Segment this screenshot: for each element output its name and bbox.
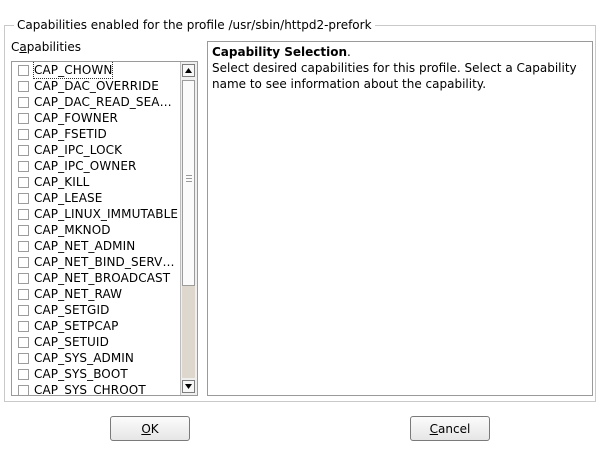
cancel-button[interactable]: Cancel: [410, 416, 490, 441]
capabilities-label: Capabilities: [11, 40, 82, 54]
capability-label: CAP_SYS_CHROOT: [34, 383, 146, 395]
capability-item[interactable]: CAP_IPC_OWNER: [18, 158, 137, 174]
capability-label: CAP_FSETID: [34, 127, 107, 141]
capability-item[interactable]: CAP_IPC_LOCK: [18, 142, 122, 158]
capability-label: CAP_NET_RAW: [34, 287, 123, 301]
capability-checkbox[interactable]: [18, 384, 29, 395]
capability-item[interactable]: CAP_FOWNER: [18, 110, 118, 126]
capability-item[interactable]: CAP_CHOWN: [18, 62, 114, 79]
capability-checkbox[interactable]: [18, 368, 29, 380]
capability-label: CAP_SETGID: [34, 303, 110, 317]
capability-label: CAP_NET_BROADCAST: [34, 271, 171, 285]
capability-label: CAP_SETPCAP: [34, 319, 119, 333]
capability-item[interactable]: CAP_FSETID: [18, 126, 107, 142]
capability-item[interactable]: CAP_NET_RAW: [18, 286, 122, 302]
scrollbar-trough[interactable]: [182, 286, 195, 378]
ok-label-rest: K: [150, 421, 159, 436]
capability-label: CAP_IPC_LOCK: [34, 143, 123, 157]
capability-item[interactable]: CAP_KILL: [18, 174, 89, 190]
capabilities-list-items: CAP_CHOWN CAP_DAC_OVERRIDE CAP_DAC_READ_SE…: [12, 62, 180, 395]
capability-checkbox[interactable]: [18, 160, 29, 172]
capability-label: CAP_NET_BIND_SERV…: [34, 255, 175, 269]
thumb-grip-line: [186, 175, 192, 176]
capability-checkbox[interactable]: [18, 240, 29, 252]
capability-checkbox[interactable]: [18, 64, 29, 76]
capability-item[interactable]: CAP_LEASE: [18, 190, 102, 206]
ok-mnemonic: O: [141, 421, 151, 436]
capability-item[interactable]: CAP_SETPCAP: [18, 318, 119, 334]
capability-item[interactable]: CAP_SYS_CHROOT: [18, 382, 146, 395]
scroll-up-button[interactable]: [182, 64, 195, 77]
capability-checkbox[interactable]: [18, 208, 29, 220]
capability-label: CAP_SETUID: [34, 335, 109, 349]
capability-checkbox[interactable]: [18, 128, 29, 140]
capability-item[interactable]: CAP_LINUX_IMMUTABLE: [18, 206, 178, 222]
capability-checkbox[interactable]: [18, 320, 29, 332]
capability-item[interactable]: CAP_DAC_READ_SEA…: [18, 94, 172, 110]
capability-label: CAP_DAC_OVERRIDE: [34, 79, 159, 93]
capability-checkbox[interactable]: [18, 80, 29, 92]
scrollbar-thumb[interactable]: [182, 80, 195, 286]
capability-item[interactable]: CAP_SETGID: [18, 302, 109, 318]
capability-checkbox[interactable]: [18, 304, 29, 316]
capability-checkbox[interactable]: [18, 112, 29, 124]
frame-title: Capabilities enabled for the profile /us…: [14, 17, 375, 33]
info-body: Select desired capabilities for this pro…: [212, 61, 577, 91]
capability-checkbox[interactable]: [18, 192, 29, 204]
capability-item[interactable]: CAP_MKNOD: [18, 222, 111, 238]
list-scrollbar[interactable]: [180, 62, 197, 395]
capability-checkbox[interactable]: [18, 336, 29, 348]
info-title-suffix: .: [347, 45, 351, 59]
capability-label: CAP_LEASE: [34, 191, 103, 205]
capabilities-list[interactable]: CAP_CHOWN CAP_DAC_OVERRIDE CAP_DAC_READ_SE…: [11, 61, 198, 396]
scroll-down-button[interactable]: [182, 380, 195, 393]
arrow-down-icon: [185, 384, 192, 389]
capability-checkbox[interactable]: [18, 352, 29, 364]
capability-label: CAP_FOWNER: [34, 111, 118, 125]
capability-checkbox[interactable]: [18, 256, 29, 268]
ok-button[interactable]: OK: [110, 416, 190, 441]
capability-checkbox[interactable]: [18, 96, 29, 108]
capability-label: CAP_SYS_BOOT: [34, 367, 128, 381]
capability-label: CAP_KILL: [34, 175, 90, 189]
capability-checkbox[interactable]: [18, 272, 29, 284]
capability-label: CAP_NET_ADMIN: [34, 239, 136, 253]
capability-item[interactable]: CAP_SETUID: [18, 334, 109, 350]
capability-label: CAP_IPC_OWNER: [34, 159, 137, 173]
arrow-up-icon: [185, 68, 192, 73]
capability-checkbox[interactable]: [18, 176, 29, 188]
capability-label: CAP_SYS_ADMIN: [34, 351, 135, 365]
capability-checkbox[interactable]: [18, 288, 29, 300]
cancel-mnemonic: C: [429, 421, 439, 436]
cancel-label-rest: ancel: [438, 421, 471, 436]
capability-item[interactable]: CAP_SYS_BOOT: [18, 366, 128, 382]
capability-item[interactable]: CAP_NET_BIND_SERV…: [18, 254, 175, 270]
capability-item[interactable]: CAP_SYS_ADMIN: [18, 350, 134, 366]
capability-info-panel: Capability Selection. Select desired cap…: [207, 41, 593, 396]
capability-label: CAP_MKNOD: [34, 223, 111, 237]
info-title: Capability Selection: [212, 45, 348, 59]
info-heading: Capability Selection.: [212, 44, 588, 60]
thumb-grip-line: [186, 178, 192, 179]
capability-item[interactable]: CAP_NET_ADMIN: [18, 238, 135, 254]
capability-label: CAP_DAC_READ_SEA…: [34, 95, 172, 109]
capability-item[interactable]: CAP_DAC_OVERRIDE: [18, 78, 159, 94]
thumb-grip-line: [186, 181, 192, 182]
capability-checkbox[interactable]: [18, 144, 29, 156]
capability-checkbox[interactable]: [18, 224, 29, 236]
capability-item[interactable]: CAP_NET_BROADCAST: [18, 270, 170, 286]
capability-label: CAP_LINUX_IMMUTABLE: [34, 207, 179, 221]
capability-label: CAP_CHOWN: [32, 62, 114, 79]
